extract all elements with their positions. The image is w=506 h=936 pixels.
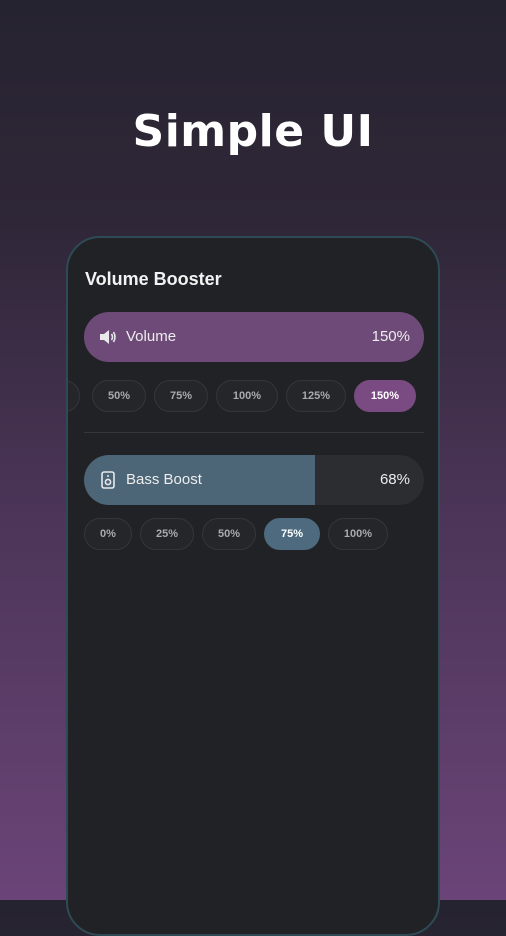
bass-boost-label: Bass Boost bbox=[126, 471, 202, 488]
headline: Simple UI bbox=[132, 106, 374, 157]
bass-boost-value: 68% bbox=[379, 471, 410, 488]
divider bbox=[84, 432, 424, 433]
bass-presets: 0% 25% 50% 75% 100% bbox=[68, 518, 438, 552]
volume-value: 150% bbox=[371, 328, 410, 345]
volume-presets: 50% 75% 100% 125% 150% bbox=[68, 380, 438, 414]
speaker-icon bbox=[100, 330, 116, 344]
phone-frame: Volume Booster Volume 150% 50% 75% 100% … bbox=[66, 236, 440, 936]
volume-slider[interactable]: Volume 150% bbox=[84, 312, 424, 362]
volume-preset-75[interactable]: 75% bbox=[154, 380, 208, 412]
volume-preset-partial[interactable] bbox=[68, 380, 80, 412]
volume-preset-50[interactable]: 50% bbox=[92, 380, 146, 412]
volume-preset-100[interactable]: 100% bbox=[216, 380, 278, 412]
app-title: Volume Booster bbox=[85, 269, 222, 289]
speaker-box-icon bbox=[101, 471, 115, 489]
bass-boost-slider[interactable]: Bass Boost 68% bbox=[84, 455, 424, 505]
bass-preset-100[interactable]: 100% bbox=[328, 518, 388, 550]
volume-preset-150[interactable]: 150% bbox=[354, 380, 416, 412]
bass-preset-25[interactable]: 25% bbox=[140, 518, 194, 550]
volume-preset-125[interactable]: 125% bbox=[286, 380, 346, 412]
bass-preset-0[interactable]: 0% bbox=[84, 518, 132, 550]
volume-label: Volume bbox=[126, 328, 177, 345]
bass-preset-75[interactable]: 75% bbox=[264, 518, 320, 550]
bass-preset-50[interactable]: 50% bbox=[202, 518, 256, 550]
